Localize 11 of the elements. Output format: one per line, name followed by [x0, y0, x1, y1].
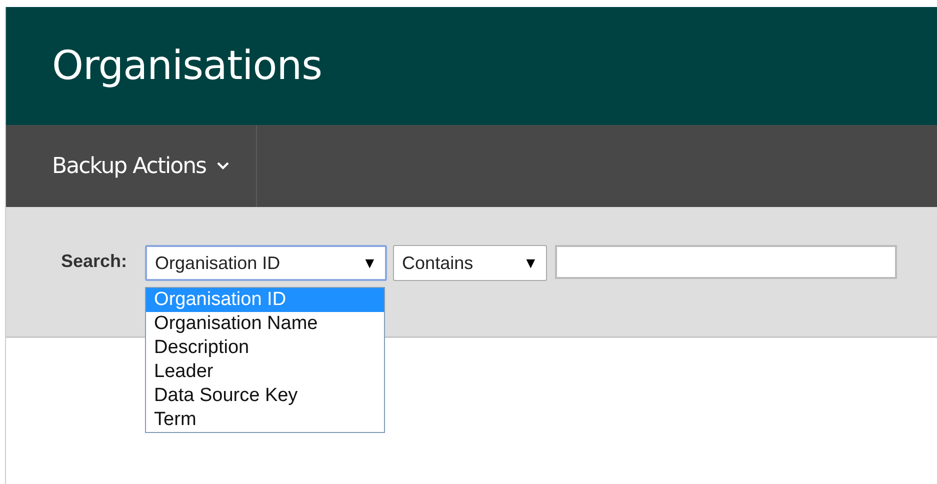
- chevron-down-icon: [216, 161, 230, 171]
- operator-dropdown[interactable]: Contains ▼: [393, 245, 548, 281]
- dropdown-option[interactable]: Leader: [146, 360, 384, 384]
- field-dropdown[interactable]: Organisation ID ▼: [145, 245, 388, 281]
- dropdown-option[interactable]: Data Source Key: [146, 384, 384, 408]
- dropdown-option[interactable]: Organisation Name: [146, 312, 384, 336]
- search-input[interactable]: [555, 245, 898, 279]
- search-label: Search:: [61, 251, 128, 272]
- dropdown-option[interactable]: Term: [146, 408, 384, 432]
- dropdown-option[interactable]: Description: [146, 336, 384, 360]
- page-title: Organisations: [52, 43, 322, 89]
